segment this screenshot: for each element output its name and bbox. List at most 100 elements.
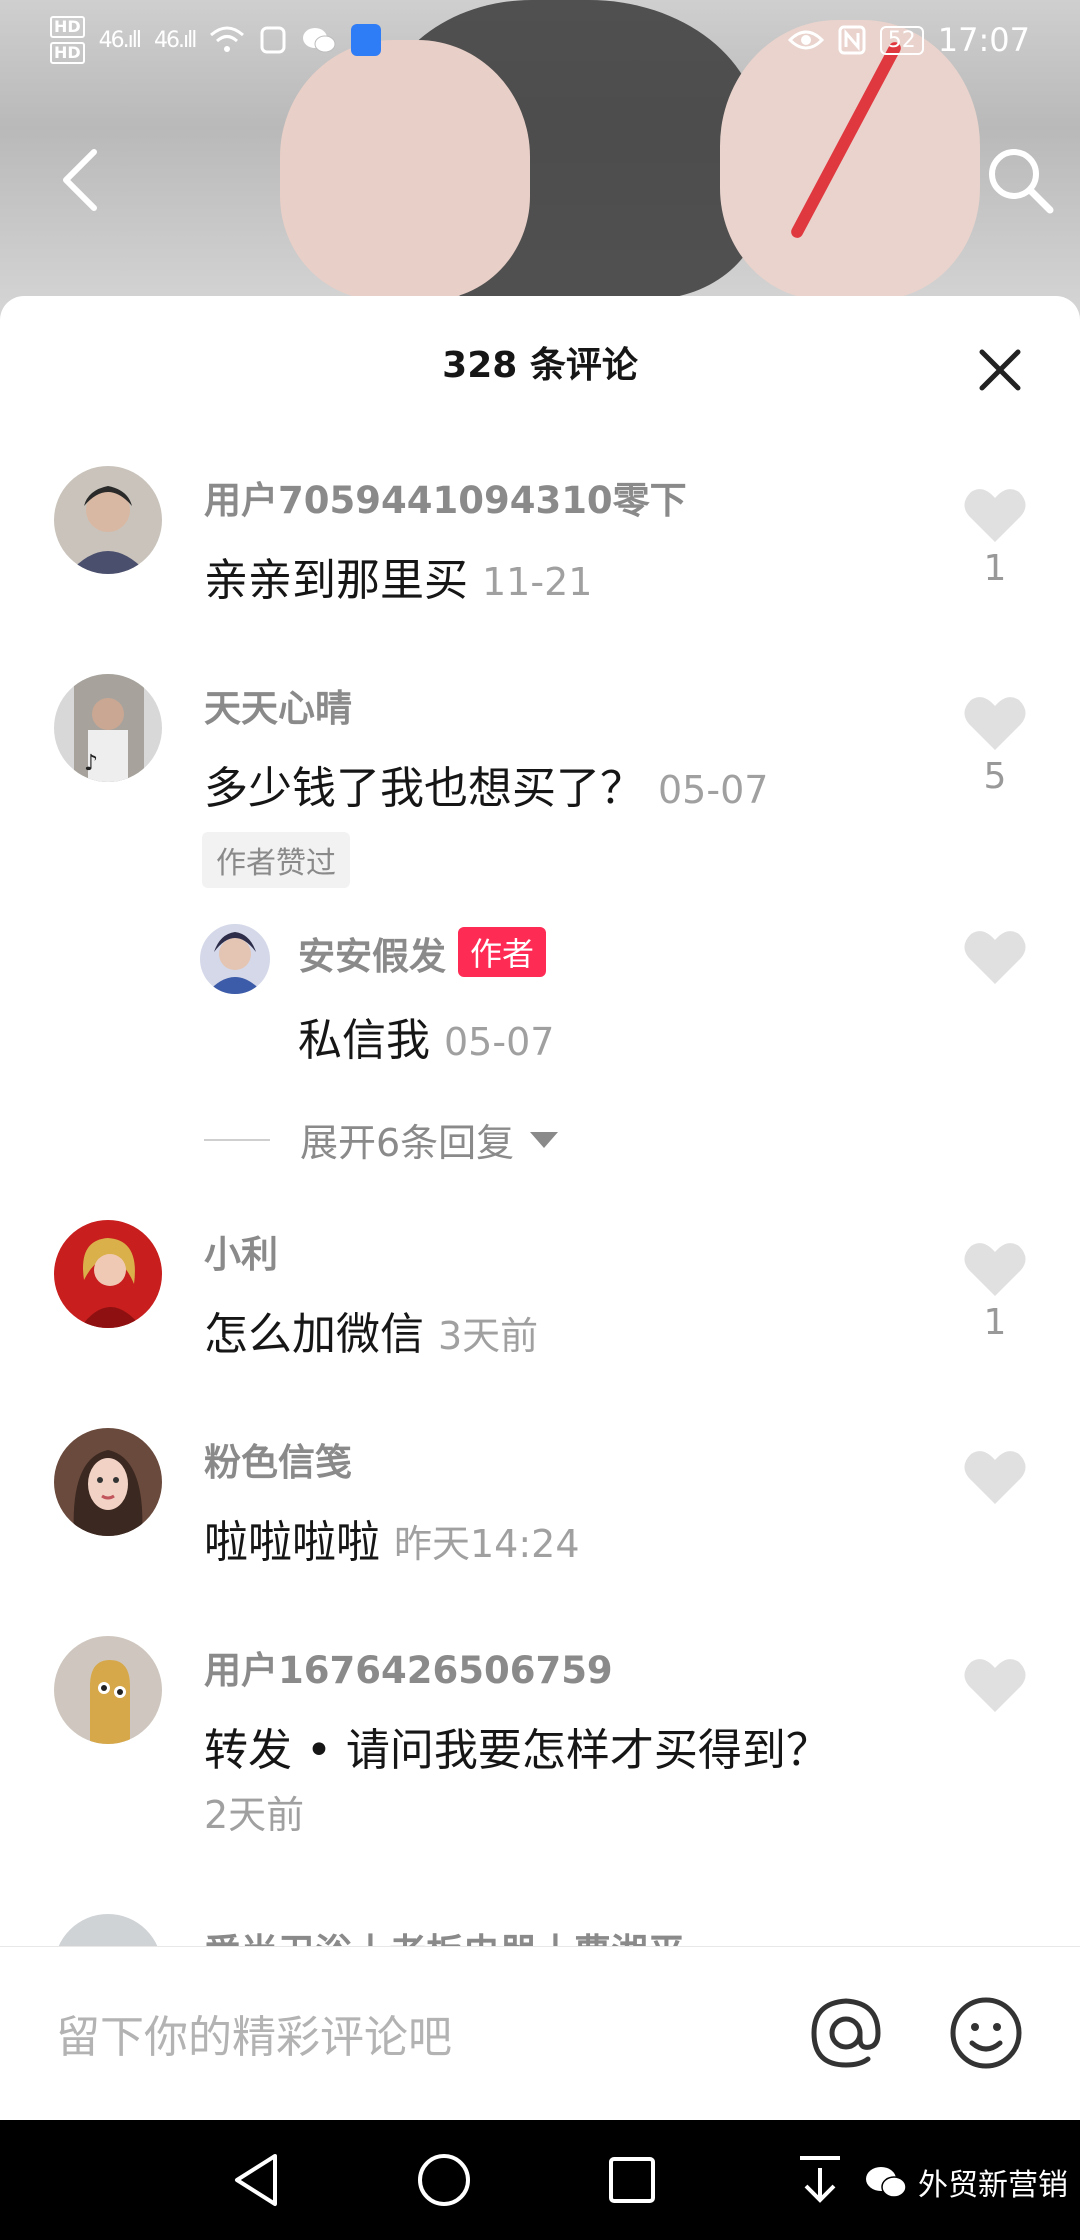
heart-icon [964, 1659, 1026, 1712]
avatar[interactable] [200, 924, 270, 994]
back-button[interactable] [40, 140, 120, 220]
comment-item-partial: 爱尚卫浴丨老板电器丨曹湘平 [0, 1914, 1080, 1950]
comment-author[interactable]: 小利 [204, 1224, 278, 1278]
notification-icon [260, 26, 286, 54]
avatar[interactable] [54, 1220, 162, 1328]
reply-time: 05-07 [444, 1020, 555, 1064]
status-left: HD HD 46.ıll 46.ıll [50, 16, 382, 64]
comment-body: 啦啦啦啦 [204, 1517, 380, 1568]
reply-author[interactable]: 安安假发 作者 [298, 926, 547, 980]
like-count: 1 [983, 1302, 1007, 1343]
clock: 17:07 [937, 21, 1030, 59]
system-dropdown-button[interactable] [790, 2150, 850, 2210]
avatar[interactable] [54, 1428, 162, 1536]
comment-author[interactable]: 用户7059441094310零下 [204, 470, 687, 524]
expand-replies-label: 展开6条回复 [300, 1121, 515, 1165]
avatar-image [200, 924, 270, 994]
comment-text: 转发 • 请问我要怎样才买得到？ [204, 1725, 830, 1776]
comment-time: 11-21 [482, 560, 593, 604]
heart-icon [964, 1243, 1026, 1296]
system-recents-button[interactable] [602, 2150, 662, 2210]
wifi-icon [210, 26, 245, 52]
comment-input-bar: 留下你的精彩评论吧 [0, 1946, 1080, 2120]
comment-author[interactable]: 天天心晴 [204, 678, 352, 732]
at-icon [811, 1998, 881, 2068]
hd-indicators: HD HD [50, 16, 85, 64]
author-tag: 作者 [458, 927, 547, 977]
like-button[interactable]: 1 [960, 1240, 1030, 1343]
expand-replies-button[interactable]: 展开6条回复 [204, 1112, 559, 1167]
search-icon [989, 149, 1054, 214]
like-button[interactable] [960, 928, 1030, 986]
comment-count-title: 328 条评论 [442, 345, 638, 386]
nfc-icon [838, 25, 866, 55]
comment-text: 怎么加微信 3天前 [204, 1298, 538, 1362]
search-button[interactable] [980, 140, 1060, 220]
avatar-image: ♪ [54, 674, 162, 782]
avatar[interactable] [54, 1914, 162, 1950]
close-icon [979, 349, 1021, 391]
divider [204, 1138, 270, 1141]
svg-text:♪: ♪ [84, 751, 98, 776]
mention-button[interactable] [804, 1991, 888, 2075]
wechat-icon [866, 2167, 907, 2198]
triangle-back-icon [235, 2154, 277, 2206]
reply-text: 私信我 05-07 [298, 1004, 554, 1068]
avatar-image [54, 1428, 162, 1536]
status-right: 52 17:07 [787, 21, 1030, 59]
eye-icon [787, 30, 824, 50]
comment-text: 啦啦啦啦 昨天14:24 [204, 1506, 580, 1570]
comment-sheet: 328 条评论 用户7059441094310零下 亲亲到那里买 11-21 1 [0, 296, 1080, 2120]
comment-time: 昨天14:24 [394, 1522, 580, 1566]
avatar-image [54, 1636, 162, 1744]
heart-icon [964, 489, 1026, 542]
comment-author[interactable]: 用户1676426506759 [204, 1640, 613, 1694]
comment-time: 3天前 [438, 1314, 539, 1358]
comment-body: 多少钱了我也想买了？ [204, 763, 644, 814]
chevron-down-icon [530, 1131, 559, 1148]
signal-icon: 46.ıll [154, 27, 197, 53]
comment-time: 2天前 [204, 1793, 305, 1837]
heart-icon [964, 697, 1026, 750]
comment-body: 亲亲到那里买 [204, 555, 468, 606]
comment-body: 怎么加微信 [204, 1309, 424, 1360]
like-button[interactable] [960, 1656, 1030, 1714]
square-recents-icon [609, 2157, 655, 2203]
comment-author[interactable]: 粉色信笺 [204, 1432, 352, 1486]
like-button[interactable]: 1 [960, 486, 1030, 589]
avatar-image [54, 466, 162, 574]
system-back-button[interactable] [226, 2150, 286, 2210]
emoji-button[interactable] [944, 1991, 1028, 2075]
status-bar: HD HD 46.ıll 46.ıll 52 17:07 [0, 0, 1080, 80]
close-button[interactable] [970, 340, 1030, 400]
like-button[interactable]: 5 [960, 694, 1030, 797]
heart-icon [964, 1451, 1026, 1504]
like-count: 1 [983, 548, 1007, 589]
reply-body: 私信我 [298, 1015, 430, 1066]
avatar[interactable] [54, 1636, 162, 1744]
system-home-button[interactable] [414, 2150, 474, 2210]
like-count: 5 [983, 756, 1007, 797]
chevron-left-icon [63, 149, 97, 211]
reply-author-name: 安安假发 [298, 935, 446, 978]
comment-text: 多少钱了我也想买了？ 05-07 [204, 752, 768, 816]
battery-indicator: 52 [879, 25, 924, 55]
hd-icon: HD [50, 16, 85, 38]
hd-icon: HD [50, 42, 85, 64]
comment-text: 亲亲到那里买 11-21 [204, 544, 592, 608]
watermark-text: 外贸新营销 [918, 2168, 1068, 2203]
watermark: 外贸新营销 [864, 2160, 1068, 2204]
wechat-icon [303, 28, 336, 53]
signal-icon: 46.ıll [98, 27, 142, 53]
emoji-icon [950, 1997, 1022, 2069]
avatar[interactable]: ♪ [54, 674, 162, 782]
download-arrow-icon [800, 2156, 840, 2203]
comment-input[interactable]: 留下你的精彩评论吧 [56, 2001, 452, 2065]
heart-icon [964, 931, 1026, 984]
like-button[interactable] [960, 1448, 1030, 1510]
author-liked-badge: 作者赞过 [202, 832, 350, 888]
avatar-image [54, 1220, 162, 1328]
circle-home-icon [418, 2154, 470, 2206]
shield-icon [351, 24, 382, 56]
avatar[interactable] [54, 466, 162, 574]
